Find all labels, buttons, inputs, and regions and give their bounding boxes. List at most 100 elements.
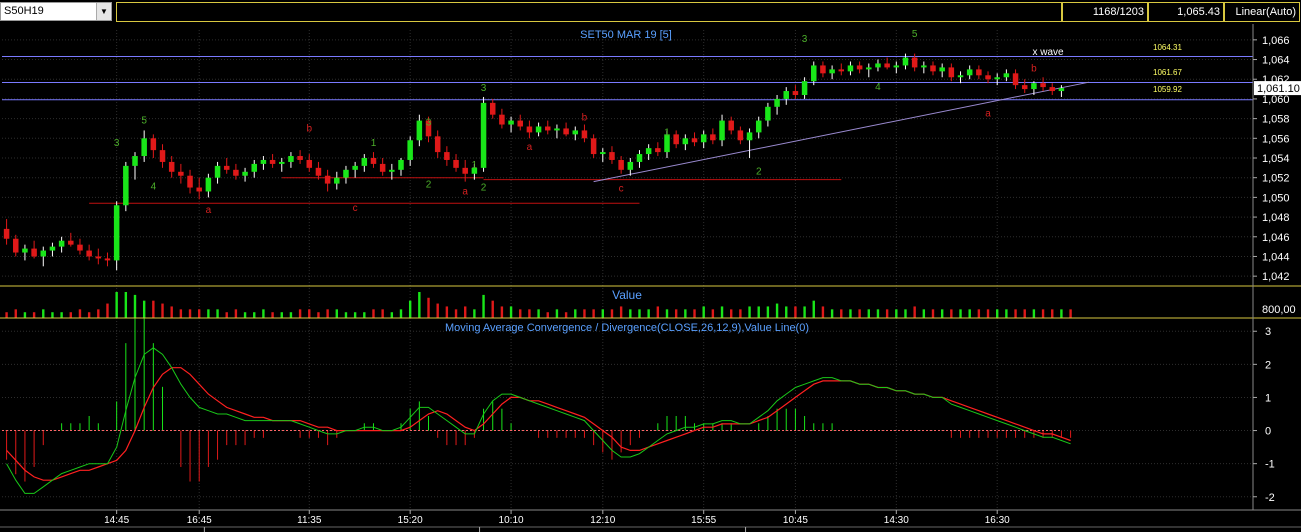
wave-label: b (306, 123, 312, 134)
candle-body (572, 130, 579, 135)
volume-bar (308, 309, 311, 318)
volume-bar (564, 312, 568, 318)
candle-body (233, 169, 239, 176)
candle-body (526, 126, 533, 133)
volume-bar (23, 312, 27, 318)
candle-body (581, 130, 588, 139)
candle-body (829, 69, 835, 74)
candle-body (820, 65, 826, 74)
chart-canvas[interactable]: 354ab1c231a 23abc123 54ba 1,0661,0641,0621… (0, 24, 1301, 532)
volume-bar (684, 309, 687, 318)
volume-bar (353, 312, 357, 318)
candle-body (600, 152, 606, 155)
volume-bar (739, 309, 742, 318)
candle-body (1012, 73, 1019, 86)
candle-body (985, 75, 991, 80)
candle-body (719, 120, 725, 141)
price-tick-label: 1,046 (1262, 232, 1290, 244)
wave-label: 3 (481, 83, 487, 94)
chevron-down-icon[interactable]: ▼ (96, 3, 111, 20)
volume-bar (335, 309, 338, 318)
volume-bar (1014, 309, 1017, 318)
candle-body (728, 120, 734, 131)
wave-label: a (527, 142, 533, 153)
volume-bar (454, 309, 458, 318)
time-tick-label: 16:30 (985, 515, 1010, 526)
candle-body (535, 126, 542, 133)
info-bar (116, 2, 1062, 22)
candle-body (691, 138, 698, 143)
candle-body (260, 159, 267, 164)
candle-body (288, 156, 294, 162)
volume-bar (32, 312, 36, 318)
wave-label: 1 (371, 138, 377, 149)
candle-body (389, 169, 395, 172)
candle-body (13, 238, 19, 253)
volume-bar (858, 309, 861, 318)
volume-bar (977, 309, 981, 318)
volume-bar (895, 309, 898, 318)
wave-label: b (1031, 63, 1037, 74)
volume-bar (280, 312, 283, 318)
wave-label: 2 (756, 167, 762, 178)
candle-body (884, 63, 890, 68)
wave-label: c (353, 203, 358, 214)
price-tick-label: 1,050 (1262, 192, 1290, 204)
scale-mode-display[interactable]: Linear(Auto) (1224, 2, 1300, 22)
candle-body (480, 102, 487, 168)
candle-body (453, 159, 459, 168)
volume-bar (885, 309, 889, 318)
candle-body (416, 120, 423, 141)
volume-axis-label: 800,00 (1262, 304, 1296, 316)
volume-bar (1051, 309, 1054, 318)
volume-bar (647, 309, 650, 318)
candle-body (205, 177, 212, 192)
level-label-1064: 1064.31 (1153, 43, 1182, 52)
volume-bar (546, 312, 549, 318)
wave-label: 5 (141, 116, 147, 127)
volume-bar (161, 303, 164, 318)
candle-body (499, 114, 505, 125)
volume-bar (60, 312, 63, 318)
bar-position: 1168/1203 (1092, 6, 1144, 18)
candle-body (710, 134, 716, 141)
volume-bar (922, 309, 926, 318)
candle-body (178, 171, 184, 176)
symbol-dropdown[interactable]: S50H19 ▼ (0, 2, 112, 21)
volume-bar (794, 306, 797, 318)
candle-body (976, 69, 982, 76)
volume-bar (436, 303, 439, 318)
volume-bar (363, 312, 366, 318)
macd-panel-title: Moving Average Convergence / Divergence(… (445, 322, 809, 334)
level-label-1059: 1059.92 (1153, 85, 1182, 94)
bar-position-display: 1168/1203 (1062, 2, 1148, 22)
candle-body (755, 120, 762, 133)
candle-body (590, 138, 597, 155)
macd-tick-label: 2 (1265, 359, 1271, 371)
candle-body (123, 165, 129, 206)
volume-bar (803, 306, 806, 318)
candle-body (168, 161, 175, 172)
candle-body (22, 248, 28, 253)
candle-body (251, 163, 257, 172)
volume-bar (574, 309, 577, 318)
candle-body (104, 258, 111, 261)
volume-bar (473, 309, 476, 318)
volume-bar (372, 309, 375, 318)
volume-bar (234, 309, 238, 318)
volume-bar (775, 303, 779, 318)
candle-body (132, 156, 138, 166)
volume-bar (904, 309, 907, 318)
price-tick-label: 1,058 (1262, 114, 1290, 126)
candle-body (352, 165, 358, 170)
candle-body (269, 159, 276, 164)
candle-body (774, 98, 780, 107)
candle-body (1031, 83, 1037, 90)
volume-bar (179, 309, 183, 318)
volume-bar (528, 309, 531, 318)
candle-body (563, 128, 569, 135)
macd-tick-label: 1 (1265, 392, 1271, 404)
candle-body (1058, 88, 1065, 92)
time-tick-label: 16:45 (187, 515, 212, 526)
candle-body (811, 65, 817, 82)
